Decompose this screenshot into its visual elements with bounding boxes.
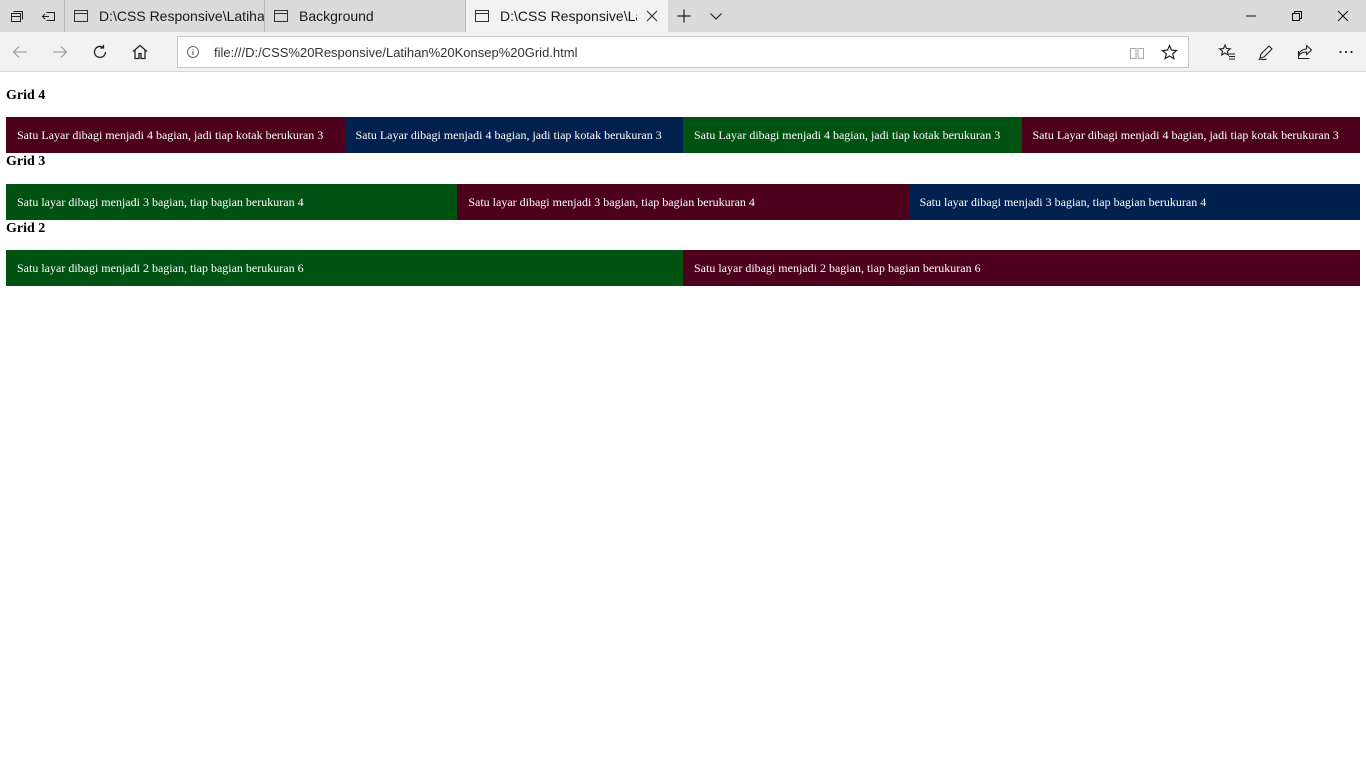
web-note-icon[interactable]: [1246, 32, 1286, 72]
grid-cell: Satu layar dibagi menjadi 2 bagian, tiap…: [6, 250, 683, 286]
close-tab-icon[interactable]: [644, 8, 660, 24]
title-bar: D:\CSS Responsive\Latihan I Background D…: [0, 0, 1366, 32]
share-icon[interactable]: [1285, 32, 1325, 72]
refresh-icon[interactable]: [80, 32, 120, 72]
grid-3-row: Satu layar dibagi menjadi 3 bagian, tiap…: [6, 184, 1360, 220]
grid-3-heading: Grid 3: [6, 154, 46, 169]
grid-cell: Satu Layar dibagi menjadi 4 bagian, jadi…: [344, 117, 683, 153]
grid-4-heading: Grid 4: [6, 88, 46, 103]
address-bar[interactable]: file:///D:/CSS%20Responsive/Latihan%20Ko…: [177, 36, 1189, 68]
tab-background[interactable]: Background: [265, 0, 466, 32]
grid-4-row: Satu Layar dibagi menjadi 4 bagian, jadi…: [6, 117, 1360, 153]
page-icon: [475, 10, 489, 22]
grid-cell: Satu Layar dibagi menjadi 4 bagian, jadi…: [6, 117, 345, 153]
tab-label: Background: [299, 8, 374, 24]
restore-tabs-icon[interactable]: [32, 0, 64, 32]
tab-label: D:\CSS Responsive\Latihan I: [99, 8, 264, 24]
grid-2-row: Satu layar dibagi menjadi 2 bagian, tiap…: [6, 250, 1360, 286]
close-icon[interactable]: [1320, 0, 1366, 32]
grid-cell: Satu Layar dibagi menjadi 4 bagian, jadi…: [683, 117, 1022, 153]
address-url[interactable]: file:///D:/CSS%20Responsive/Latihan%20Ko…: [214, 45, 577, 60]
tab-label: D:\CSS Responsive\Latih: [500, 8, 637, 24]
forward-icon[interactable]: [40, 32, 80, 72]
tab-preview-icon[interactable]: [700, 0, 732, 32]
new-tab-icon[interactable]: [668, 0, 700, 32]
info-icon[interactable]: [186, 45, 200, 59]
restore-icon[interactable]: [1274, 0, 1320, 32]
navigation-bar: file:///D:/CSS%20Responsive/Latihan%20Ko…: [0, 32, 1366, 72]
tab-latihan[interactable]: D:\CSS Responsive\Latihan I: [64, 0, 265, 32]
grid-cell: Satu layar dibagi menjadi 3 bagian, tiap…: [908, 184, 1360, 220]
more-icon[interactable]: [1326, 32, 1366, 72]
grid-cell: Satu layar dibagi menjadi 3 bagian, tiap…: [457, 184, 909, 220]
favorites-icon[interactable]: [1207, 32, 1247, 72]
favorite-star-icon[interactable]: [1161, 44, 1178, 61]
tabs-aside-icon[interactable]: [0, 0, 32, 32]
reading-view-icon[interactable]: [1129, 45, 1145, 61]
grid-cell: Satu Layar dibagi menjadi 4 bagian, jadi…: [1021, 117, 1360, 153]
grid-2-heading: Grid 2: [6, 221, 46, 236]
tab-active[interactable]: D:\CSS Responsive\Latih: [466, 0, 668, 32]
back-icon[interactable]: [0, 32, 40, 72]
home-icon[interactable]: [120, 32, 160, 72]
page-icon: [274, 10, 288, 22]
page-icon: [74, 10, 88, 22]
grid-cell: Satu layar dibagi menjadi 3 bagian, tiap…: [6, 184, 458, 220]
grid-cell: Satu layar dibagi menjadi 2 bagian, tiap…: [683, 250, 1360, 286]
minimize-icon[interactable]: [1228, 0, 1274, 32]
